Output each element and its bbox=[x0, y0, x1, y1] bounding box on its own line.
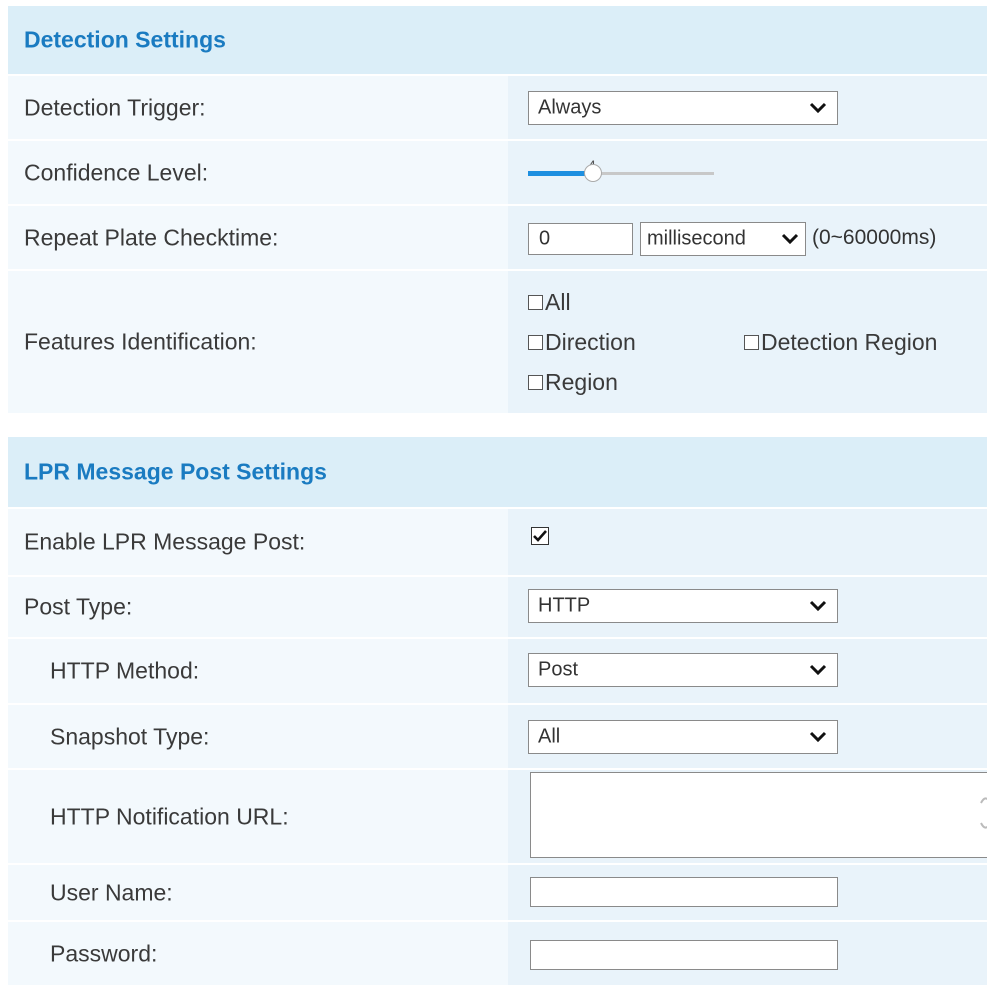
enable-lpr-checkbox[interactable] bbox=[531, 527, 549, 545]
http-method-row: HTTP Method: Post bbox=[8, 639, 987, 703]
confidence-level-label: Confidence Level: bbox=[24, 159, 209, 185]
checkbox-box[interactable] bbox=[528, 295, 543, 310]
checkbox-box[interactable] bbox=[744, 335, 759, 350]
repeat-checktime-row: Repeat Plate Checktime: 0 millisecond (0… bbox=[8, 206, 987, 269]
checkmark-icon bbox=[533, 530, 547, 542]
chevron-down-icon bbox=[809, 664, 827, 676]
repeat-unit-value: millisecond bbox=[647, 227, 746, 250]
confidence-level-row: Confidence Level: 4 bbox=[8, 141, 987, 204]
chevron-down-icon bbox=[781, 233, 799, 245]
http-url-textarea[interactable] bbox=[530, 772, 987, 858]
slider-thumb[interactable] bbox=[584, 164, 602, 182]
feature-region-label: Region bbox=[545, 369, 618, 395]
checkbox-box[interactable] bbox=[528, 335, 543, 350]
slider-fill bbox=[528, 171, 588, 176]
http-url-row: HTTP Notification URL: bbox=[8, 770, 987, 863]
control-cell bbox=[508, 509, 987, 575]
detection-settings-header: Detection Settings bbox=[8, 6, 987, 74]
chevron-down-icon bbox=[809, 731, 827, 743]
post-type-row: Post Type: HTTP bbox=[8, 577, 987, 637]
features-identification-row: Features Identification: All Direction D… bbox=[8, 271, 987, 413]
http-method-select[interactable]: Post bbox=[528, 653, 838, 687]
features-identification-label: Features Identification: bbox=[24, 328, 257, 355]
enable-lpr-label: Enable LPR Message Post: bbox=[24, 528, 306, 555]
password-input[interactable] bbox=[530, 940, 838, 970]
feature-region-checkbox[interactable]: Region bbox=[528, 369, 618, 396]
username-row: User Name: bbox=[8, 865, 987, 920]
password-label: Password: bbox=[50, 940, 158, 966]
repeat-checktime-input[interactable]: 0 bbox=[528, 223, 633, 255]
confidence-slider[interactable]: 4 bbox=[528, 157, 718, 197]
enable-lpr-row: Enable LPR Message Post: bbox=[8, 509, 987, 575]
snapshot-type-value: All bbox=[538, 725, 561, 748]
detection-trigger-select[interactable]: Always bbox=[528, 91, 838, 125]
feature-direction-label: Direction bbox=[545, 329, 636, 355]
http-method-label: HTTP Method: bbox=[50, 657, 200, 684]
http-url-label: HTTP Notification URL: bbox=[50, 803, 289, 829]
post-type-value: HTTP bbox=[538, 594, 591, 617]
username-label: User Name: bbox=[50, 879, 173, 905]
repeat-checktime-label: Repeat Plate Checktime: bbox=[24, 224, 279, 250]
detection-trigger-label: Detection Trigger: bbox=[24, 94, 206, 120]
detection-trigger-value: Always bbox=[538, 96, 602, 119]
post-type-select[interactable]: HTTP bbox=[528, 589, 838, 623]
password-row: Password: bbox=[8, 922, 987, 985]
checkbox-box[interactable] bbox=[528, 375, 543, 390]
lpr-settings-header: LPR Message Post Settings bbox=[8, 437, 987, 507]
repeat-checktime-value: 0 bbox=[539, 227, 551, 250]
section-title: LPR Message Post Settings bbox=[24, 458, 327, 485]
chevron-down-icon bbox=[809, 102, 827, 114]
feature-detection-region-checkbox[interactable]: Detection Region bbox=[744, 329, 937, 356]
http-method-value: Post bbox=[538, 658, 579, 681]
snapshot-type-label: Snapshot Type: bbox=[50, 723, 210, 749]
repeat-unit-select[interactable]: millisecond bbox=[640, 222, 806, 256]
feature-all-label: All bbox=[545, 289, 571, 315]
detection-trigger-row: Detection Trigger: Always bbox=[8, 76, 987, 139]
snapshot-type-row: Snapshot Type: All bbox=[8, 705, 987, 768]
feature-direction-checkbox[interactable]: Direction bbox=[528, 329, 636, 356]
scroll-arrows-icon[interactable] bbox=[979, 793, 987, 833]
feature-detection-region-label: Detection Region bbox=[761, 329, 938, 355]
post-type-label: Post Type: bbox=[24, 593, 133, 620]
repeat-range-hint: (0~60000ms) bbox=[812, 226, 937, 249]
username-input[interactable] bbox=[530, 877, 838, 907]
snapshot-type-select[interactable]: All bbox=[528, 720, 838, 754]
feature-all-checkbox[interactable]: All bbox=[528, 289, 571, 316]
chevron-down-icon bbox=[809, 600, 827, 612]
section-title: Detection Settings bbox=[24, 26, 226, 53]
